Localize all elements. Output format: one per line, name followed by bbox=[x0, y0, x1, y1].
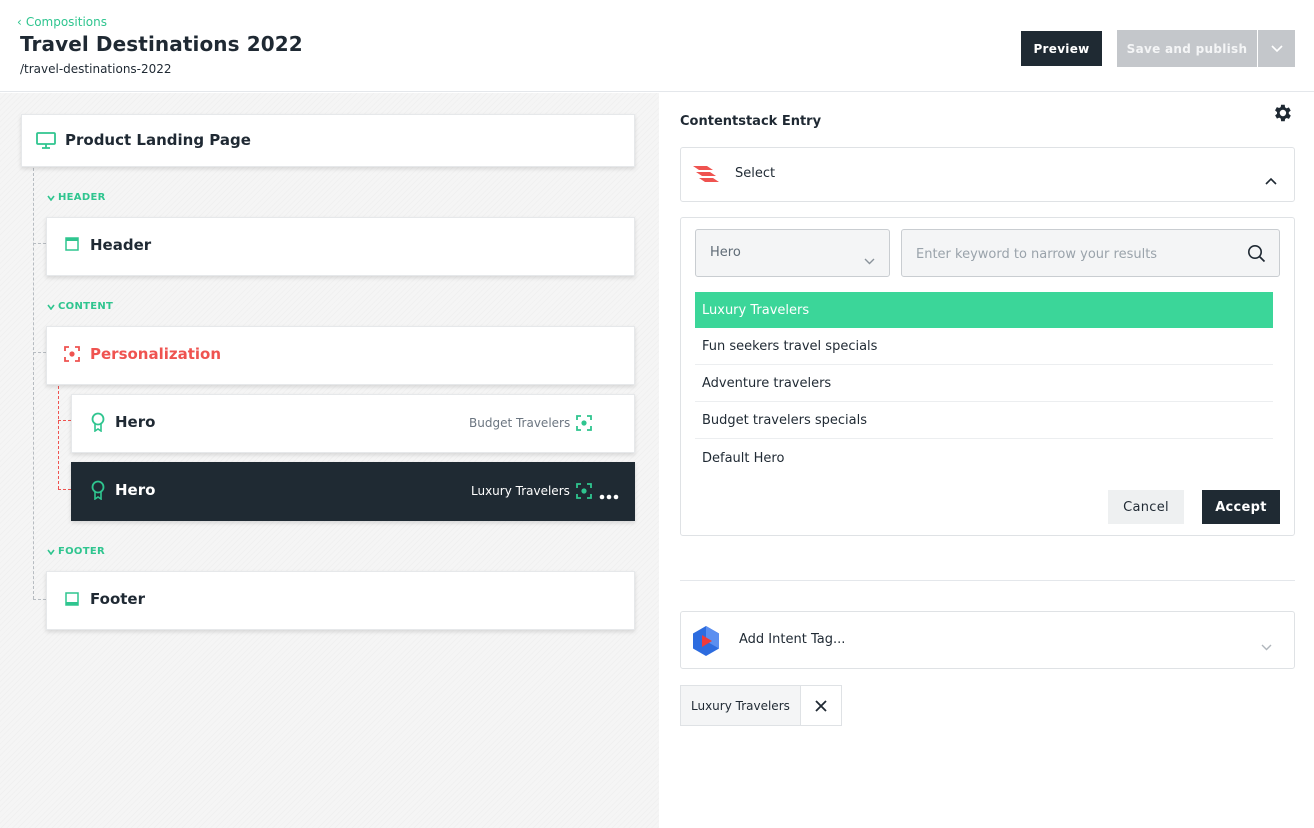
personalization-card[interactable]: Personalization bbox=[46, 326, 635, 385]
footer-block-icon bbox=[65, 592, 79, 606]
search-icon[interactable] bbox=[1247, 244, 1266, 267]
section-toggle-content[interactable]: CONTENT bbox=[47, 301, 113, 312]
content-type-dropdown[interactable]: Hero bbox=[695, 229, 890, 277]
result-item[interactable]: Luxury Travelers bbox=[695, 292, 1273, 328]
chevron-down-icon bbox=[864, 250, 875, 269]
variant-audience-label: Luxury Travelers bbox=[471, 484, 570, 498]
result-item[interactable]: Default Hero bbox=[695, 440, 1273, 476]
page-title: Travel Destinations 2022 bbox=[20, 32, 303, 56]
personalization-connector bbox=[58, 386, 59, 489]
caret-down-icon bbox=[47, 195, 55, 201]
section-label: HEADER bbox=[58, 192, 106, 203]
award-icon bbox=[91, 480, 105, 500]
contentstack-logo-icon bbox=[691, 162, 721, 192]
section-label: CONTENT bbox=[58, 301, 114, 312]
publish-options-button[interactable] bbox=[1258, 30, 1295, 67]
page-slug: /travel-destinations-2022 bbox=[20, 62, 172, 76]
personalization-label: Personalization bbox=[90, 345, 222, 363]
entry-source-select[interactable]: Select bbox=[680, 147, 1295, 202]
remove-tag-icon[interactable] bbox=[800, 686, 841, 725]
header-component-label: Header bbox=[90, 236, 152, 254]
chevron-down-icon bbox=[1261, 636, 1272, 655]
result-item[interactable]: Budget travelers specials bbox=[695, 403, 1273, 439]
result-item[interactable]: Adventure travelers bbox=[695, 366, 1273, 402]
variant-audience-label: Budget Travelers bbox=[469, 416, 571, 430]
divider bbox=[680, 580, 1295, 581]
section-title: Contentstack Entry bbox=[680, 114, 822, 129]
tree-connector bbox=[33, 599, 46, 600]
personalization-target-icon bbox=[576, 415, 593, 431]
select-label: Select bbox=[735, 166, 776, 181]
cancel-button[interactable]: Cancel bbox=[1108, 490, 1184, 524]
section-label: FOOTER bbox=[58, 546, 105, 557]
personalization-target-icon bbox=[575, 483, 592, 499]
composition-tree-canvas bbox=[0, 93, 659, 828]
variant-audience: Budget Travelers bbox=[469, 415, 593, 431]
accept-button[interactable]: Accept bbox=[1202, 490, 1280, 524]
personalization-connector bbox=[58, 489, 71, 490]
caret-down-icon bbox=[47, 304, 55, 310]
hero-variant-label: Hero bbox=[115, 413, 156, 431]
chevron-up-icon bbox=[1265, 170, 1277, 189]
chevron-left-icon: ‹ bbox=[17, 15, 22, 29]
header-block-icon bbox=[65, 237, 79, 251]
more-options-icon[interactable] bbox=[599, 485, 619, 504]
footer-component-label: Footer bbox=[90, 590, 145, 608]
hero-variant-card[interactable]: Hero Budget Travelers bbox=[71, 394, 635, 453]
root-page-card[interactable]: Product Landing Page bbox=[21, 114, 635, 167]
intent-logo-icon bbox=[691, 625, 721, 661]
intent-tag-chip: Luxury Travelers bbox=[680, 685, 842, 726]
keyword-search-field[interactable] bbox=[901, 229, 1280, 277]
tag-label: Luxury Travelers bbox=[681, 686, 801, 725]
tree-connector bbox=[33, 243, 46, 244]
search-input[interactable] bbox=[916, 243, 1236, 265]
preview-button[interactable]: Preview bbox=[1021, 31, 1102, 66]
result-item[interactable]: Fun seekers travel specials bbox=[695, 329, 1273, 365]
intent-label: Add Intent Tag... bbox=[739, 632, 846, 647]
back-to-compositions-link[interactable]: ‹ Compositions bbox=[17, 15, 107, 29]
personalization-icon bbox=[64, 346, 80, 362]
monitor-icon bbox=[36, 132, 56, 150]
caret-down-icon bbox=[47, 549, 55, 555]
add-intent-tag-select[interactable]: Add Intent Tag... bbox=[680, 611, 1295, 669]
variant-audience: Luxury Travelers bbox=[471, 483, 592, 499]
header-component-card[interactable]: Header bbox=[46, 217, 635, 276]
chevron-down-icon bbox=[1270, 44, 1283, 52]
hero-variant-card-selected[interactable]: Hero Luxury Travelers bbox=[71, 462, 635, 521]
tree-connector bbox=[33, 168, 34, 599]
root-page-label: Product Landing Page bbox=[65, 131, 251, 149]
content-type-value: Hero bbox=[710, 245, 741, 260]
section-toggle-header[interactable]: HEADER bbox=[47, 192, 106, 203]
personalization-connector bbox=[58, 420, 71, 421]
award-icon bbox=[91, 412, 105, 432]
gear-icon[interactable] bbox=[1271, 102, 1293, 124]
section-toggle-footer[interactable]: FOOTER bbox=[47, 546, 105, 557]
back-link-label: Compositions bbox=[25, 15, 108, 29]
footer-component-card[interactable]: Footer bbox=[46, 571, 635, 630]
save-and-publish-button[interactable]: Save and publish bbox=[1117, 30, 1257, 67]
top-bar: ‹ Compositions Travel Destinations 2022 … bbox=[0, 0, 1314, 92]
tree-connector bbox=[33, 352, 46, 353]
hero-variant-label: Hero bbox=[115, 481, 156, 499]
